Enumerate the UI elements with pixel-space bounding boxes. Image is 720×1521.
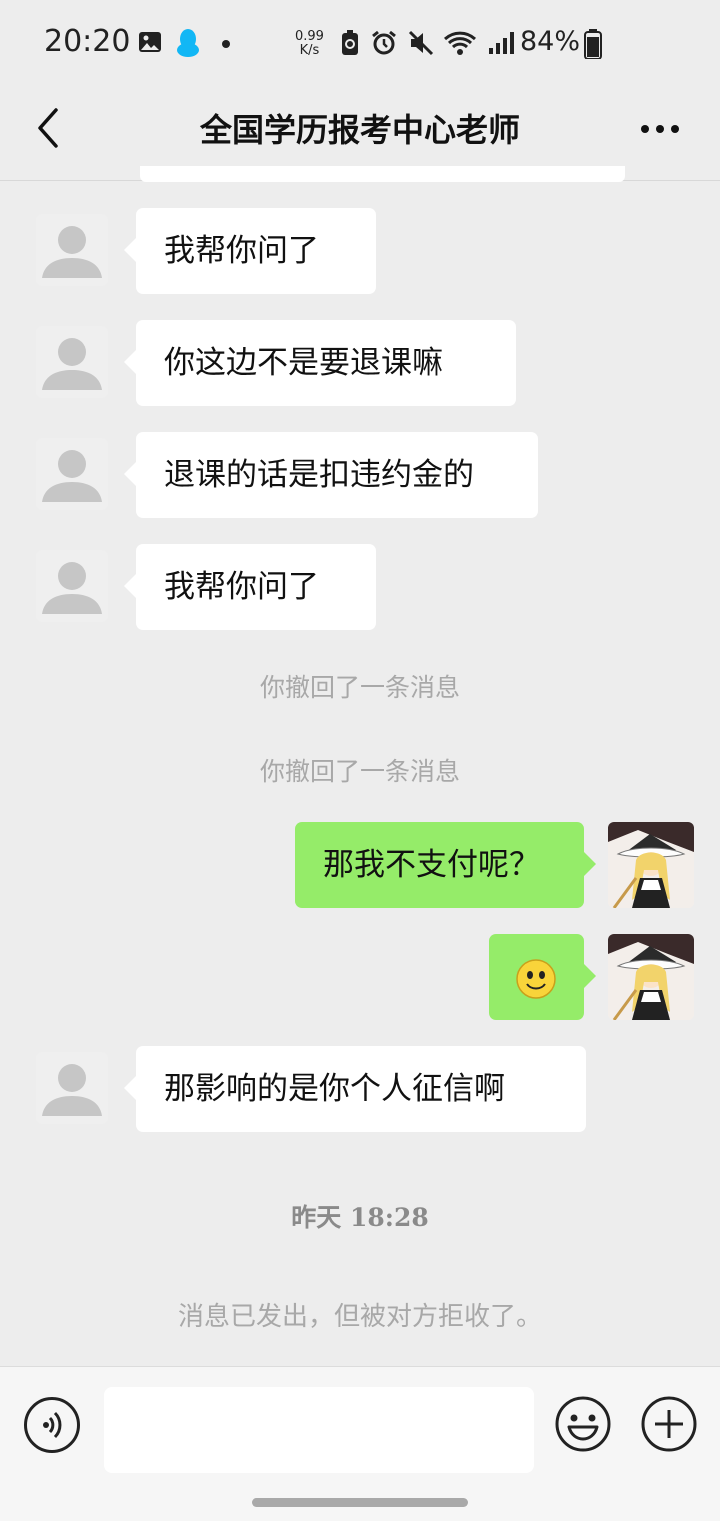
qq-icon [177,29,199,57]
contact-avatar[interactable] [36,550,108,622]
status-time: 20:20 [44,24,131,59]
recycle-battery-icon [342,30,358,55]
contact-avatar[interactable] [36,1052,108,1124]
net-speed: 0.99 K/s [295,30,324,58]
battery-percent: 84% [520,26,581,57]
message-bubble-in[interactable]: 我帮你问了 [124,544,376,630]
signal-icon [489,32,514,54]
net-speed-value: 0.99 [295,29,324,44]
message-bubble-in[interactable]: 退课的话是扣违约金的 [124,432,538,518]
status-bar: 20:20 0.99 K/s 84% [0,0,720,90]
battery-icon [584,29,602,59]
home-indicator[interactable] [252,1498,468,1507]
previous-message-bubble [140,166,625,182]
rejected-notice: 消息已发出，但被对方拒收了。 [177,1302,542,1332]
chat-title: 全国学历报考中心老师 [199,111,520,149]
message-input[interactable] [104,1387,534,1473]
alarm-icon [372,30,396,55]
contact-avatar[interactable] [36,214,108,286]
wifi-icon [443,31,477,55]
message-bubble-out[interactable]: 那我不支付呢？ [295,822,596,908]
voice-button[interactable] [24,1397,80,1453]
voice-icon [43,1411,62,1439]
recall-notice: 你撤回了一条消息 [259,757,460,786]
recall-notice: 你撤回了一条消息 [259,673,460,702]
message-bubble-in[interactable]: 你这边不是要退课嘛 [124,320,516,406]
smiley-emoji [516,959,556,999]
message-bubble-out[interactable] [489,934,596,1020]
my-avatar[interactable] [608,822,694,908]
timestamp: 昨天 18:28 [291,1203,429,1232]
message-bubble-in[interactable]: 那影响的是你个人征信啊 [124,1046,586,1132]
mute-icon [408,30,434,56]
gallery-icon [139,32,161,52]
net-speed-unit: K/s [299,43,320,58]
plus-icon[interactable] [640,1395,698,1453]
contact-avatar[interactable] [36,326,108,398]
contact-avatar[interactable] [36,438,108,510]
my-avatar[interactable] [608,934,694,1020]
message-bubble-in[interactable]: 我帮你问了 [124,208,376,294]
emoji-icon[interactable] [554,1395,612,1453]
more-icon[interactable] [640,124,680,134]
dot-icon [222,40,230,48]
